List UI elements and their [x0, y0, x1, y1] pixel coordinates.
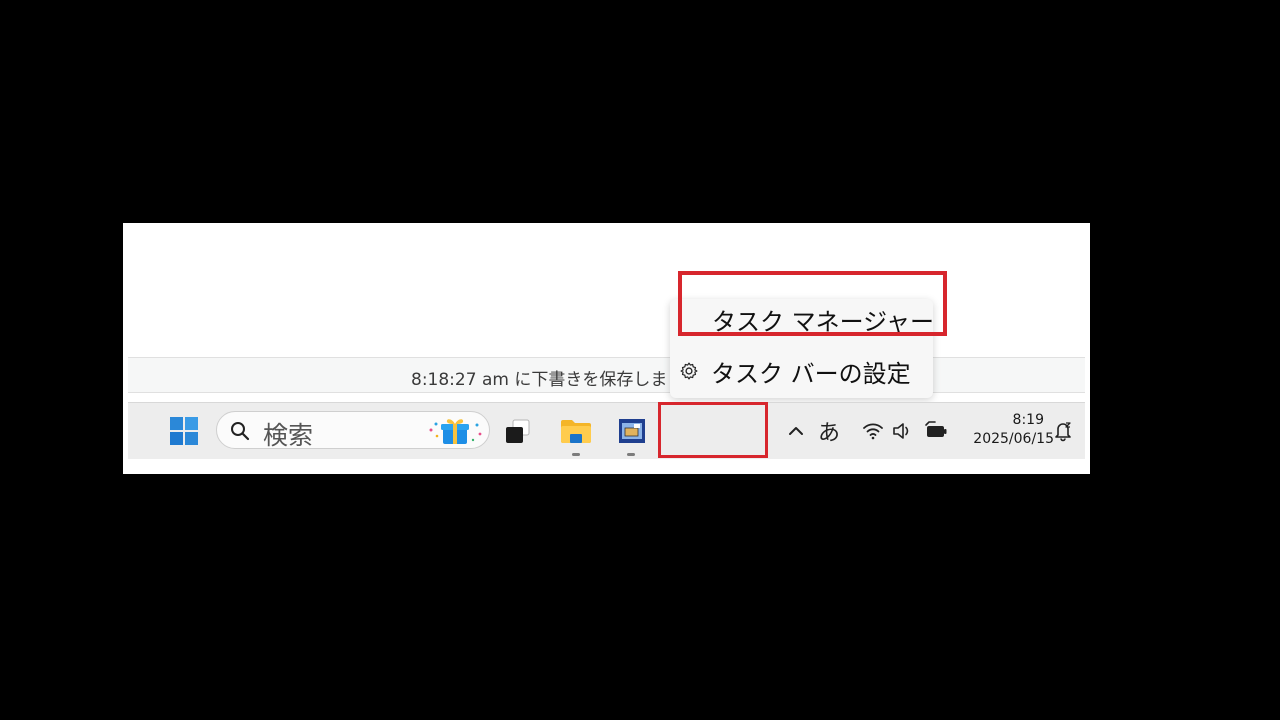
- search-placeholder: 検索: [263, 421, 314, 450]
- search-icon: [231, 422, 250, 441]
- ime-indicator[interactable]: あ: [818, 415, 840, 447]
- running-indicator: [627, 453, 635, 456]
- gear-icon: [680, 362, 698, 380]
- battery-icon[interactable]: [923, 417, 949, 445]
- clock-time: 8:19: [1012, 412, 1044, 428]
- save-status-text: 8:18:27 am に下書きを保存しま: [411, 370, 668, 390]
- highlight-box-task-manager: [678, 271, 947, 336]
- highlight-box-taskbar-area: [658, 402, 768, 458]
- image-viewer-icon[interactable]: [614, 413, 650, 449]
- speaker-icon[interactable]: [891, 417, 913, 445]
- windows-start-icon[interactable]: [168, 415, 200, 447]
- save-status-bar: 8:18:27 am に下書きを保存しま: [128, 357, 1085, 393]
- menu-item-taskbar-settings[interactable]: タスク バーの設定: [670, 351, 933, 391]
- clock-date: 2025/06/15: [973, 431, 1054, 447]
- running-indicator: [572, 453, 580, 456]
- task-view-icon[interactable]: [500, 413, 536, 449]
- chevron-up-icon[interactable]: [786, 417, 806, 445]
- screenshot-region: 8:18:27 am に下書きを保存しま タスク マネージャー タスク バーの設…: [123, 223, 1090, 474]
- system-clock[interactable]: 8:19 2025/06/15: [954, 411, 1054, 449]
- gift-icon: [429, 419, 482, 444]
- wifi-icon[interactable]: [861, 417, 885, 445]
- notification-bell-icon[interactable]: [1052, 417, 1074, 445]
- file-explorer-icon[interactable]: [558, 413, 594, 449]
- search-input[interactable]: 検索: [216, 411, 490, 450]
- menu-item-label: タスク バーの設定: [711, 359, 911, 388]
- taskbar: 検索 あ 8:19 2025/06/15: [128, 402, 1085, 459]
